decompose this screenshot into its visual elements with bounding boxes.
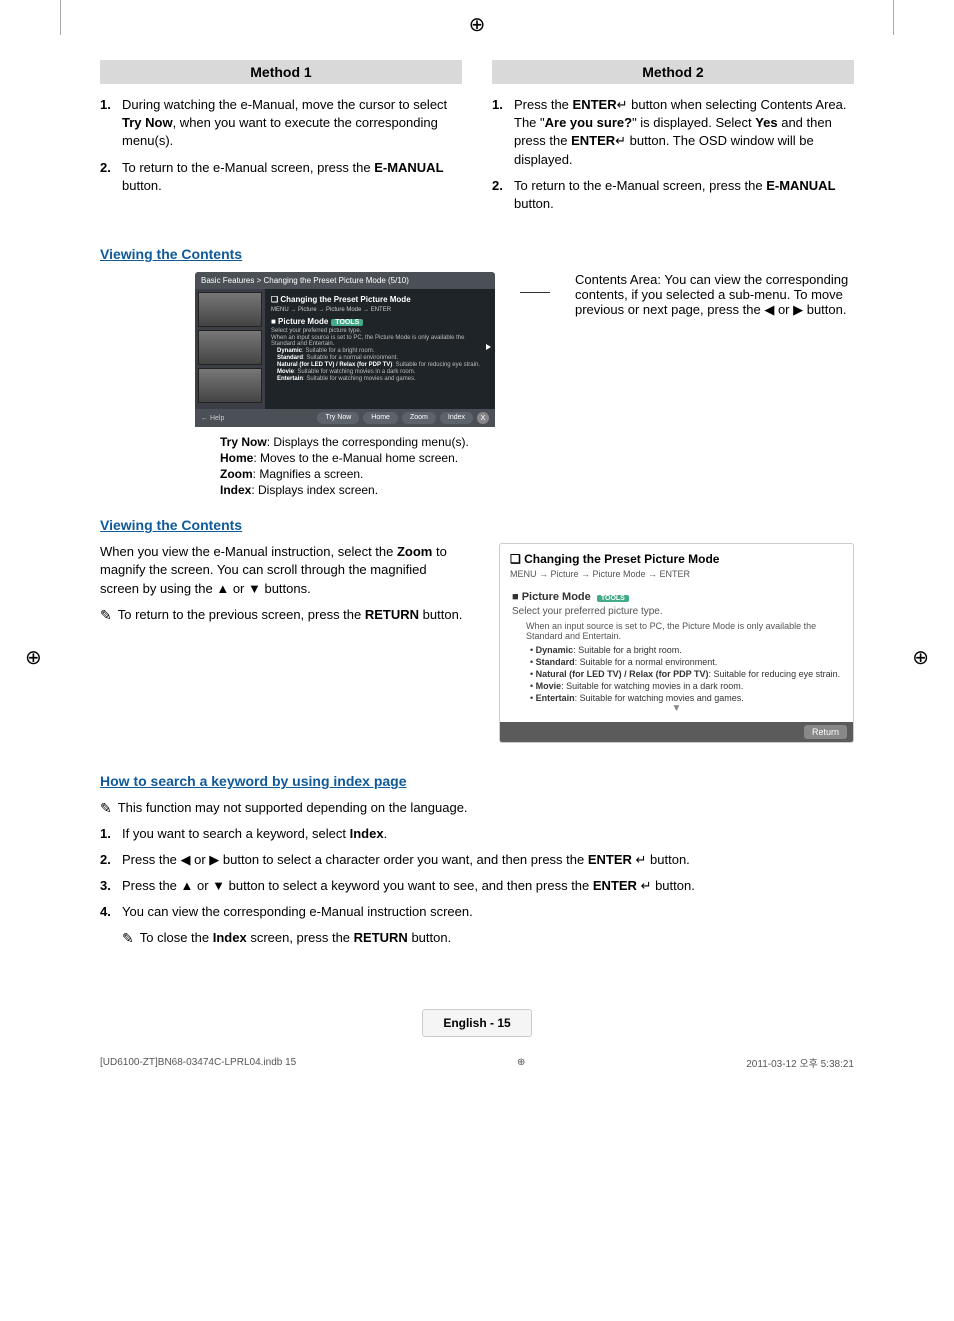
registration-mark-top: ⊕: [469, 12, 486, 37]
thumbnail: [198, 292, 262, 327]
index-note-bottom: ✎ To close the Index screen, press the R…: [122, 929, 854, 949]
method1-step-2: 2. To return to the e-Manual screen, pre…: [100, 159, 462, 195]
viewing-block: Basic Features > Changing the Preset Pic…: [100, 272, 854, 427]
registration-mark-left: ⊕: [25, 645, 42, 670]
step-text: During watching the e-Manual, move the c…: [122, 96, 462, 151]
note-icon: ✎: [100, 799, 112, 819]
note-icon: ✎: [122, 929, 134, 949]
step-number: 2.: [100, 159, 122, 195]
index-button[interactable]: Index: [440, 412, 473, 424]
thumbnail: [198, 330, 262, 365]
note-text: When an input source is set to PC, the P…: [271, 335, 489, 347]
step-text: To return to the e-Manual screen, press …: [514, 177, 854, 213]
print-footer: [UD6100-ZT]BN68-03474C-LPRL04.indb 15 ⊕ …: [100, 1055, 854, 1070]
callout-line: [520, 292, 550, 293]
registration-mark-right: ⊕: [912, 645, 929, 670]
bullet-list: Dynamic: Suitable for a bright room. Sta…: [277, 348, 489, 382]
method1-column: Method 1 1. During watching the e-Manual…: [100, 60, 462, 221]
thumbnail: [198, 368, 262, 403]
step-text: To return to the e-Manual screen, press …: [122, 159, 462, 195]
screenshot-thumbnails: [195, 289, 265, 409]
zoom-text: When you view the e-Manual instruction, …: [100, 543, 469, 625]
page-footer: English - 15: [100, 1009, 854, 1037]
zoom-panel-path: MENU → Picture → Picture Mode → ENTER: [510, 569, 843, 579]
zoom-block: When you view the e-Manual instruction, …: [100, 543, 854, 743]
registration-mark-bottom: ⊕: [517, 1057, 525, 1068]
zoom-panel-select: Select your preferred picture type.: [512, 606, 841, 617]
index-step-2: 2. Press the ◀ or ▶ button to select a c…: [100, 851, 854, 869]
index-step-1: 1. If you want to search a keyword, sele…: [100, 825, 854, 843]
step-number: 1.: [492, 96, 514, 169]
button-captions: Try Now: Displays the corresponding menu…: [220, 435, 854, 497]
zoom-panel-mode: ■ Picture Mode TOOLS: [512, 591, 841, 603]
index-note-top: ✎ This function may not supported depend…: [100, 799, 854, 819]
next-page-icon[interactable]: [486, 344, 491, 350]
index-section: How to search a keyword by using index p…: [100, 773, 854, 949]
return-button[interactable]: Return: [804, 725, 847, 739]
close-button[interactable]: X: [477, 412, 489, 424]
methods-row: Method 1 1. During watching the e-Manual…: [100, 60, 854, 221]
zoom-note: ✎ To return to the previous screen, pres…: [100, 606, 469, 626]
zoom-panel-note: When an input source is set to PC, the P…: [526, 621, 841, 641]
try-now-button[interactable]: Try Now: [317, 412, 359, 424]
print-date: 2011-03-12 오후 5:38:21: [746, 1055, 854, 1070]
method2-column: Method 2 1. Press the ENTER↵ button when…: [492, 60, 854, 221]
viewing-contents-title-2: Viewing the Contents: [100, 517, 854, 533]
method1-header: Method 1: [100, 60, 462, 84]
index-step-4: 4. You can view the corresponding e-Manu…: [100, 903, 854, 921]
zoom-panel-footer: Return: [500, 722, 853, 742]
method2-header: Method 2: [492, 60, 854, 84]
picture-mode-head: ■ Picture ModeTOOLS: [271, 317, 489, 326]
step-number: 1.: [100, 96, 122, 151]
index-step-3: 3. Press the ▲ or ▼ button to select a k…: [100, 877, 854, 895]
select-text: Select your preferred picture type.: [271, 328, 489, 334]
print-file: [UD6100-ZT]BN68-03474C-LPRL04.indb 15: [100, 1057, 296, 1068]
viewing-contents-title: Viewing the Contents: [100, 246, 854, 262]
zoom-paragraph: When you view the e-Manual instruction, …: [100, 543, 469, 598]
menu-path: MENU → Picture → Picture Mode → ENTER: [271, 307, 489, 313]
emanual-screenshot: Basic Features > Changing the Preset Pic…: [195, 272, 495, 427]
zoom-button[interactable]: Zoom: [402, 412, 436, 424]
screenshot-contents: ❏ Changing the Preset Picture Mode MENU …: [265, 289, 495, 409]
index-section-title: How to search a keyword by using index p…: [100, 773, 854, 789]
method2-step-2: 2. To return to the e-Manual screen, pre…: [492, 177, 854, 213]
screenshot-breadcrumb: Basic Features > Changing the Preset Pic…: [195, 272, 495, 289]
page-number: English - 15: [422, 1009, 531, 1037]
scroll-down-icon[interactable]: ▼: [512, 703, 841, 714]
contents-area-callout: Contents Area: You can view the correspo…: [575, 272, 854, 318]
step-text: Press the ENTER↵ button when selecting C…: [514, 96, 854, 169]
step-number: 2.: [492, 177, 514, 213]
home-button[interactable]: Home: [363, 412, 398, 424]
method2-step-1: 1. Press the ENTER↵ button when selectin…: [492, 96, 854, 169]
method1-step-1: 1. During watching the e-Manual, move th…: [100, 96, 462, 151]
section-title-text: ❏ Changing the Preset Picture Mode: [271, 295, 489, 304]
zoom-panel: ❏ Changing the Preset Picture Mode MENU …: [499, 543, 854, 743]
zoom-panel-title: ❏ Changing the Preset Picture Mode: [510, 552, 843, 566]
help-button[interactable]: ← Help: [201, 415, 224, 422]
note-icon: ✎: [100, 606, 112, 626]
